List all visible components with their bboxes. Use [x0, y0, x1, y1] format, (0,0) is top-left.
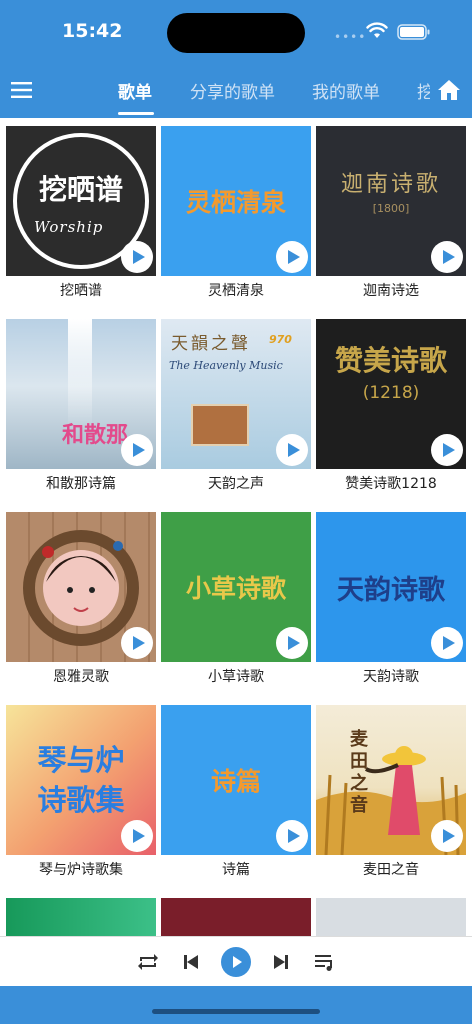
songbook-cover: 天韻之聲 970 The Heavenly Music	[161, 319, 311, 469]
songbook-card[interactable]: 挖晒谱 Worship 挖晒谱	[6, 126, 156, 300]
cover-subtitle: (1218)	[362, 383, 420, 403]
songbook-card[interactable]	[6, 898, 156, 936]
songbook-card[interactable]: 灵栖清泉 灵栖清泉	[161, 126, 311, 300]
songbook-cover: 天韵诗歌	[316, 512, 466, 662]
songbook-cover: 小草诗歌	[161, 512, 311, 662]
play-button[interactable]	[431, 820, 463, 852]
tab-search[interactable]: 挖	[417, 78, 430, 103]
menu-icon[interactable]	[10, 80, 34, 100]
tab-songbooks[interactable]: 歌单	[118, 78, 152, 103]
songbook-cover	[6, 512, 156, 662]
songbook-card[interactable]: 天韵诗歌 天韵诗歌	[316, 512, 466, 686]
cover-subtitle: The Heavenly Music	[169, 359, 283, 372]
cover-title: 挖晒谱	[38, 173, 123, 206]
play-button[interactable]	[121, 627, 153, 659]
play-button[interactable]	[121, 434, 153, 466]
home-icon[interactable]	[437, 78, 461, 102]
songbook-card[interactable]: 琴与炉 诗歌集 琴与炉诗歌集	[6, 705, 156, 879]
songbook-title: 琴与炉诗歌集	[39, 862, 123, 878]
songbook-title: 灵栖清泉	[208, 283, 264, 299]
songbook-card[interactable]: 诗篇 诗篇	[161, 705, 311, 879]
songbook-title: 恩雅灵歌	[53, 669, 109, 685]
dynamic-island	[167, 13, 305, 53]
cover-title: 麦田之音	[350, 729, 368, 816]
songbook-title: 小草诗歌	[208, 669, 264, 685]
active-tab-indicator	[118, 112, 154, 115]
play-icon[interactable]	[221, 947, 251, 977]
songbook-title: 麦田之音	[363, 862, 419, 878]
songbook-title: 天韵诗歌	[363, 669, 419, 685]
songbook-cover: 诗篇	[161, 705, 311, 855]
previous-icon[interactable]	[177, 948, 205, 976]
play-button[interactable]	[431, 241, 463, 273]
songbook-title: 和散那诗篇	[46, 476, 116, 492]
play-button[interactable]	[276, 241, 308, 273]
songbook-cover: 麦田之音	[316, 705, 466, 855]
next-icon[interactable]	[267, 948, 295, 976]
songbook-title: 迦南诗选	[363, 283, 419, 299]
status-time: 15:42	[62, 20, 123, 42]
signal-dots: ••••	[334, 30, 367, 44]
songbook-cover: 迦南诗歌 [1800]	[316, 126, 466, 276]
songbook-card[interactable]: 麦田之音 麦田之音	[316, 705, 466, 879]
cover-subtitle: [1800]	[372, 202, 410, 215]
light-beam	[68, 319, 92, 429]
cover-title: 和散那	[62, 423, 129, 448]
songbook-cover: 挖晒谱 Worship	[6, 126, 156, 276]
songbook-cover: 和散那	[6, 319, 156, 469]
play-button[interactable]	[121, 820, 153, 852]
repeat-icon[interactable]	[134, 948, 162, 976]
play-button[interactable]	[276, 627, 308, 659]
songbook-card[interactable]: 赞美诗歌 (1218) 赞美诗歌1218	[316, 319, 466, 493]
cover-badge: 970	[269, 333, 292, 346]
songbook-card[interactable]: 恩雅灵歌	[6, 512, 156, 686]
cover-subtitle: Worship	[34, 218, 104, 236]
songbook-card[interactable]: 和散那 和散那诗篇	[6, 319, 156, 493]
songbook-title: 赞美诗歌1218	[345, 476, 437, 492]
songbook-card[interactable]	[161, 898, 311, 936]
songbook-title: 天韵之声	[208, 476, 264, 492]
tab-bar: 歌单 分享的歌单 我的歌单 挖	[118, 78, 430, 118]
cover-photo	[191, 404, 249, 446]
songbook-title: 诗篇	[222, 862, 250, 878]
songbook-title: 挖晒谱	[60, 283, 102, 299]
playlist-icon[interactable]	[311, 948, 339, 976]
songbook-cover	[6, 898, 156, 936]
songbook-card[interactable]	[316, 898, 466, 936]
battery-icon	[397, 24, 430, 40]
songbook-cover: 灵栖清泉	[161, 126, 311, 276]
home-indicator	[152, 1009, 320, 1014]
player-bar	[0, 936, 472, 986]
play-button[interactable]	[276, 820, 308, 852]
tab-my-songbooks[interactable]: 我的歌单	[312, 78, 380, 103]
songbook-card[interactable]: 迦南诗歌 [1800] 迦南诗选	[316, 126, 466, 300]
songbook-cover: 琴与炉 诗歌集	[6, 705, 156, 855]
play-button[interactable]	[431, 627, 463, 659]
play-button[interactable]	[276, 434, 308, 466]
songbook-cover	[161, 898, 311, 936]
cover-title: 天韻之聲	[171, 334, 251, 354]
wifi-icon	[366, 22, 388, 38]
play-button[interactable]	[431, 434, 463, 466]
songbook-card[interactable]: 小草诗歌 小草诗歌	[161, 512, 311, 686]
tab-shared-songbooks[interactable]: 分享的歌单	[190, 78, 275, 103]
songbook-cover: 赞美诗歌 (1218)	[316, 319, 466, 469]
bottom-bar	[0, 986, 472, 1024]
cover-title: 赞美诗歌	[334, 344, 447, 377]
songbook-grid: 挖晒谱 Worship 挖晒谱 灵栖清泉 灵栖清泉 迦南诗歌 [1800] 迦南…	[0, 118, 472, 936]
songbook-card[interactable]: 天韻之聲 970 The Heavenly Music 天韵之声	[161, 319, 311, 493]
play-button[interactable]	[121, 241, 153, 273]
cover-title: 迦南诗歌	[340, 172, 441, 197]
songbook-cover	[316, 898, 466, 936]
